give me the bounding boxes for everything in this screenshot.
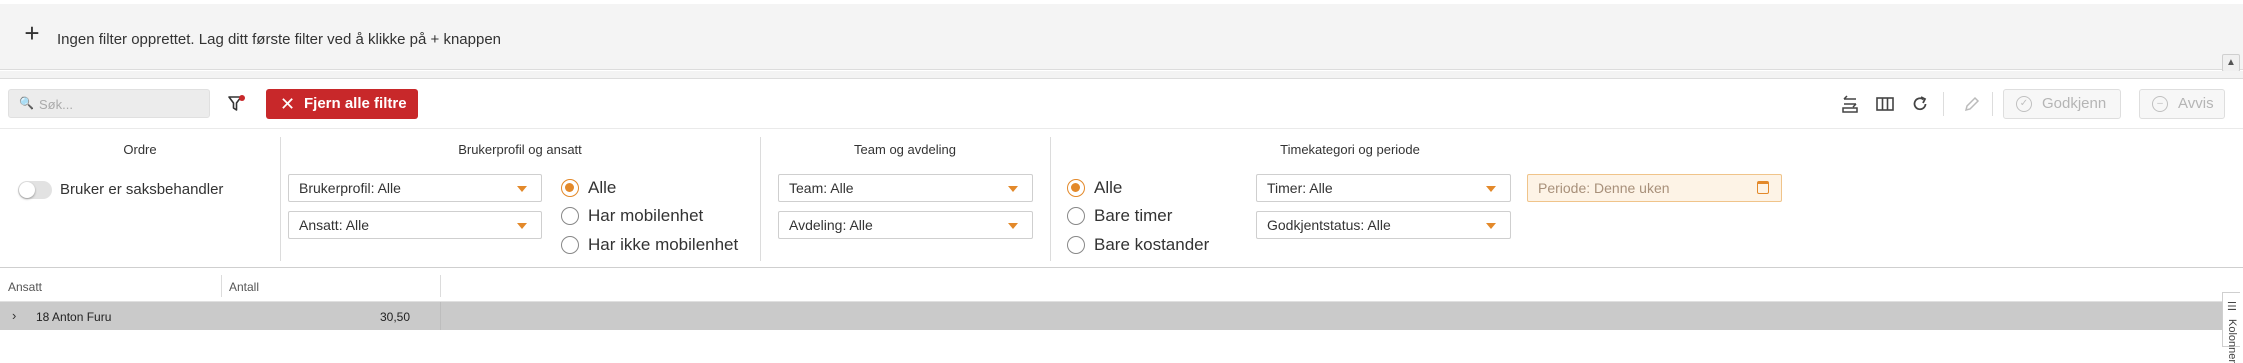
- chevron-down-icon: [1008, 223, 1018, 229]
- search-icon: 🔍: [19, 96, 34, 110]
- radio-no-mobile[interactable]: Har ikke mobilenhet: [561, 234, 738, 256]
- period-select[interactable]: Periode: Denne uken: [1527, 174, 1782, 202]
- column-header-amount[interactable]: Antall: [229, 280, 259, 294]
- search-input[interactable]: [37, 94, 197, 114]
- chevron-down-icon: [517, 223, 527, 229]
- radio-category-all[interactable]: Alle: [1067, 177, 1122, 199]
- group-title-user-profile: Brukerprofil og ansatt: [458, 142, 582, 157]
- calendar-icon: [1757, 181, 1769, 194]
- chevron-up-icon[interactable]: ▲: [2222, 54, 2240, 72]
- columns-icon[interactable]: [1875, 94, 1895, 114]
- columns-side-tab-label: Kolonner: [2226, 319, 2238, 363]
- hours-select-value: Timer: Alle: [1267, 180, 1333, 196]
- employee-select-value: Ansatt: Alle: [299, 217, 370, 233]
- chevron-down-icon: [1486, 223, 1496, 229]
- approval-status-select-value: Godkjentstatus: Alle: [1267, 217, 1391, 233]
- radio-mobile-all-label: Alle: [588, 178, 617, 197]
- clear-all-filters-label: Fjern alle filtre: [304, 95, 407, 112]
- pencil-icon[interactable]: [1962, 94, 1982, 114]
- column-divider: [221, 275, 222, 297]
- radio-only-costs-label: Bare kostander: [1094, 235, 1210, 254]
- toolbar: 🔍 ✕ Fjern alle filtre ✓ Godkjenn – Avvis: [0, 80, 2230, 128]
- column-divider: [440, 302, 441, 330]
- check-circle-icon: ✓: [2016, 96, 2032, 112]
- filter-settings-icon[interactable]: [227, 94, 247, 114]
- chevron-down-icon: [1486, 186, 1496, 192]
- grid-header: Ansatt Antall: [0, 269, 2222, 302]
- search-box[interactable]: 🔍: [8, 89, 210, 118]
- approve-button[interactable]: ✓ Godkjenn: [2003, 89, 2121, 119]
- toolbar-divider: [1943, 92, 1944, 116]
- approval-status-select[interactable]: Godkjentstatus: Alle: [1256, 211, 1511, 239]
- swap-rows-icon[interactable]: [1840, 94, 1860, 114]
- table-row[interactable]: › 18 Anton Furu 30,50: [0, 302, 2222, 330]
- filter-panel: Ordre Bruker er saksbehandler Brukerprof…: [0, 128, 2243, 268]
- toggle-knob: [19, 182, 35, 198]
- column-divider: [440, 275, 441, 297]
- radio-only-costs[interactable]: Bare kostander: [1067, 234, 1209, 256]
- group-title-team: Team og avdeling: [854, 142, 956, 157]
- toolbar-divider: [1992, 92, 1993, 116]
- toggle-case-handler-label: Bruker er saksbehandler: [60, 181, 224, 198]
- divider: [0, 71, 2243, 79]
- group-title-order: Ordre: [123, 142, 157, 157]
- user-profile-select-value: Brukerprofil: Alle: [299, 180, 401, 196]
- radio-mobile-all[interactable]: Alle: [561, 177, 616, 199]
- columns-side-tab[interactable]: ☰ Kolonner: [2222, 292, 2240, 363]
- radio-dot: [561, 207, 579, 225]
- department-select[interactable]: Avdeling: Alle: [778, 211, 1033, 239]
- period-select-value: Periode: Denne uken: [1538, 180, 1670, 196]
- filter-banner: + Ingen filter opprettet. Lag ditt først…: [0, 4, 2243, 72]
- department-select-value: Avdeling: Alle: [789, 217, 873, 233]
- radio-dot: [1067, 236, 1085, 254]
- team-select-value: Team: Alle: [789, 180, 854, 196]
- radio-dot: [1067, 207, 1085, 225]
- row-amount: 30,50: [380, 310, 411, 324]
- toggle-case-handler[interactable]: [18, 181, 52, 199]
- plus-icon[interactable]: +: [22, 20, 42, 46]
- employee-select[interactable]: Ansatt: Alle: [288, 211, 542, 239]
- column-header-employee[interactable]: Ansatt: [8, 280, 42, 294]
- radio-only-hours-label: Bare timer: [1094, 206, 1173, 225]
- radio-dot: [561, 236, 579, 254]
- radio-has-mobile-label: Har mobilenhet: [588, 206, 704, 225]
- radio-dot: [561, 179, 579, 197]
- reject-label: Avvis: [2178, 95, 2214, 112]
- reject-button[interactable]: – Avvis: [2139, 89, 2225, 119]
- radio-only-hours[interactable]: Bare timer: [1067, 205, 1172, 227]
- chevron-down-icon: [517, 186, 527, 192]
- close-icon: ✕: [280, 94, 296, 114]
- row-employee: 18 Anton Furu: [36, 310, 112, 324]
- radio-no-mobile-label: Har ikke mobilenhet: [588, 235, 739, 254]
- group-title-time-category: Timekategori og periode: [1280, 142, 1420, 157]
- refresh-icon[interactable]: [1910, 94, 1930, 114]
- no-filter-message: Ingen filter opprettet. Lag ditt første …: [57, 31, 502, 48]
- radio-category-all-label: Alle: [1094, 178, 1123, 197]
- chevron-down-icon: [1008, 186, 1018, 192]
- minus-circle-icon: –: [2152, 96, 2168, 112]
- team-select[interactable]: Team: Alle: [778, 174, 1033, 202]
- radio-dot: [1067, 179, 1085, 197]
- chevron-right-icon[interactable]: ›: [12, 308, 16, 323]
- user-profile-select[interactable]: Brukerprofil: Alle: [288, 174, 542, 202]
- radio-has-mobile[interactable]: Har mobilenhet: [561, 205, 703, 227]
- clear-all-filters-button[interactable]: ✕ Fjern alle filtre: [266, 89, 418, 119]
- hours-select[interactable]: Timer: Alle: [1256, 174, 1511, 202]
- approve-label: Godkjenn: [2042, 95, 2107, 112]
- columns-menu-icon: ☰: [2227, 301, 2237, 313]
